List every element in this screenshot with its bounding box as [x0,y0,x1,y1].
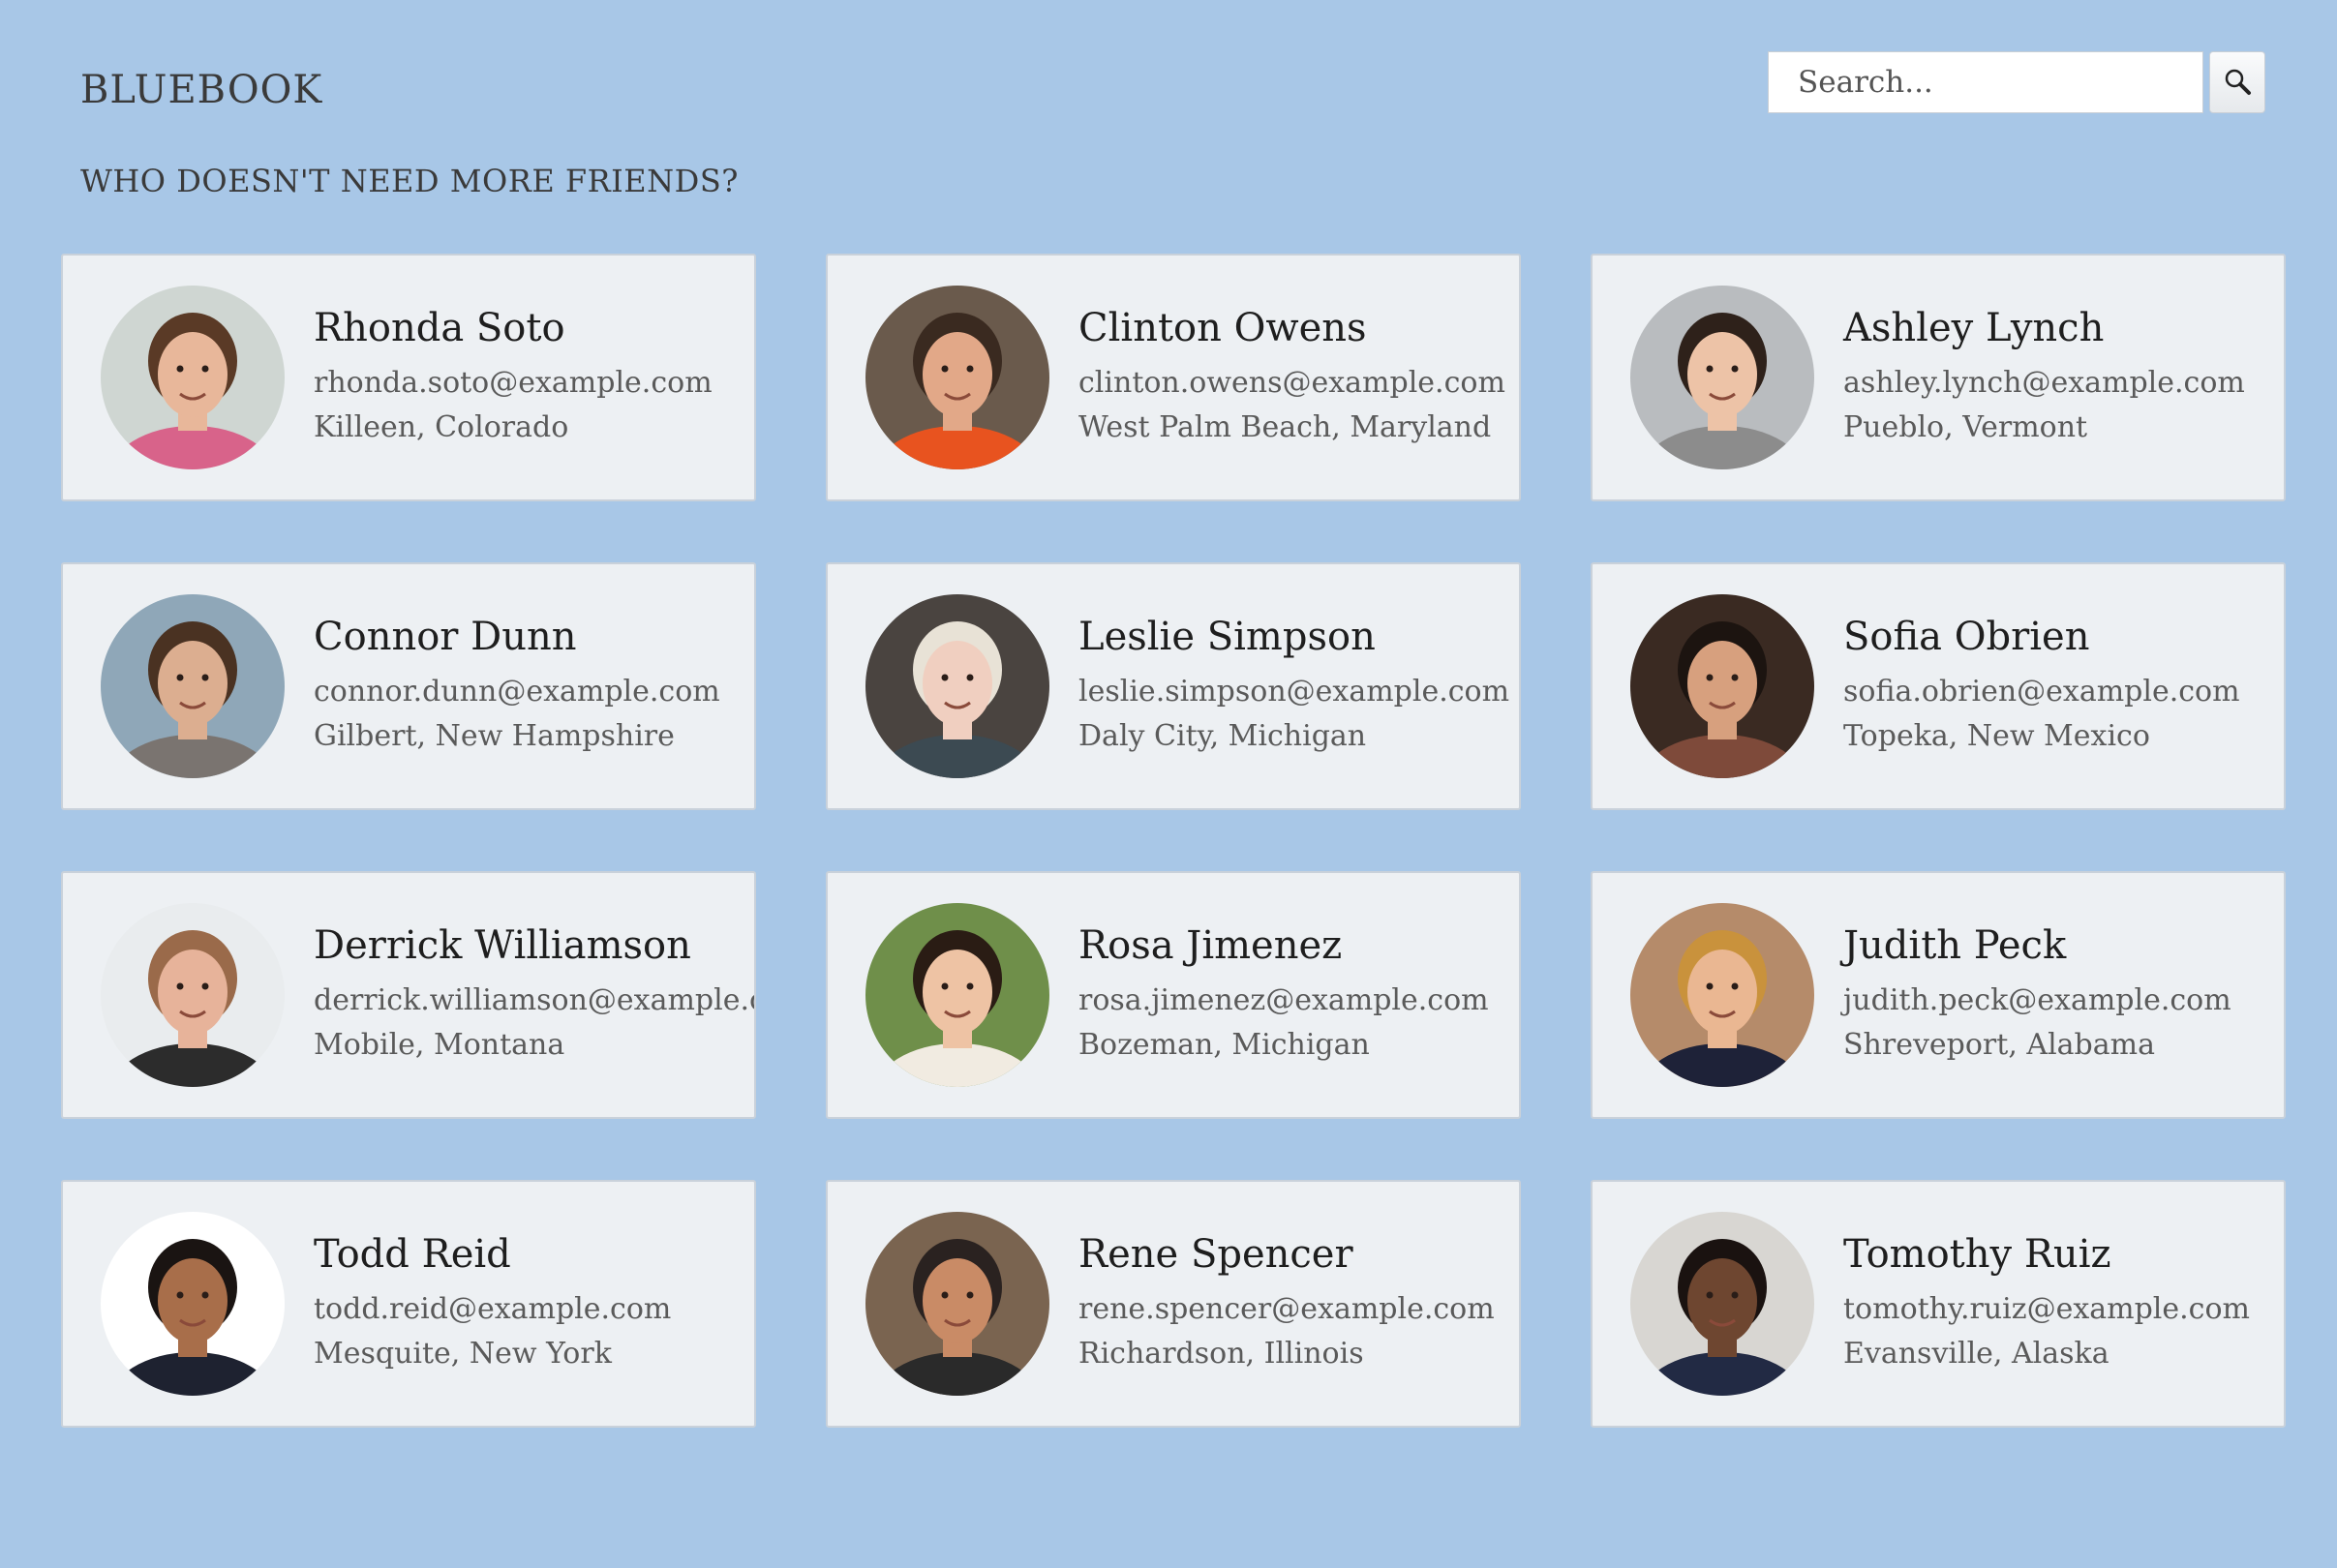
friend-card[interactable]: Connor Dunn connor.dunn@example.com Gilb… [61,562,756,810]
friend-name: Sofia Obrien [1843,614,2090,659]
friend-email: clinton.owens@example.com [1078,365,1505,400]
friend-email: todd.reid@example.com [314,1291,672,1326]
friend-card[interactable]: Derrick Williamson derrick.williamson@ex… [61,871,756,1119]
friend-info: Clinton Owens clinton.owens@example.com … [1078,305,1505,451]
friend-location: Richardson, Illinois [1078,1337,1364,1371]
search-input[interactable] [1768,51,2203,113]
friend-location: Mobile, Montana [314,1028,565,1062]
friend-location: Daly City, Michigan [1078,719,1367,753]
friend-location: Shreveport, Alabama [1843,1028,2155,1062]
friend-name: Connor Dunn [314,614,577,659]
brand-title: BLUEBOOK [80,68,323,112]
friend-card[interactable]: Todd Reid todd.reid@example.com Mesquite… [61,1180,756,1428]
search-button[interactable] [2209,51,2265,113]
friend-card[interactable]: Ashley Lynch ashley.lynch@example.com Pu… [1591,254,2286,501]
friend-name: Ashley Lynch [1843,305,2105,350]
friend-location: West Palm Beach, Maryland [1078,410,1492,444]
friend-email: ashley.lynch@example.com [1843,365,2245,400]
friend-card[interactable]: Sofia Obrien sofia.obrien@example.com To… [1591,562,2286,810]
friend-location: Evansville, Alaska [1843,1337,2109,1371]
friend-info: Connor Dunn connor.dunn@example.com Gilb… [314,614,720,760]
friend-card[interactable]: Rhonda Soto rhonda.soto@example.com Kill… [61,254,756,501]
avatar [865,1212,1049,1396]
search-bar [1768,51,2265,113]
friend-info: Derrick Williamson derrick.williamson@ex… [314,922,754,1069]
friend-email: rosa.jimenez@example.com [1078,982,1489,1017]
friend-email: judith.peck@example.com [1843,982,2231,1017]
friend-location: Mesquite, New York [314,1337,612,1371]
friend-info: Todd Reid todd.reid@example.com Mesquite… [314,1231,671,1377]
avatar [101,594,285,778]
avatar [865,286,1049,469]
friend-info: Rosa Jimenez rosa.jimenez@example.com Bo… [1078,922,1489,1069]
friend-email: connor.dunn@example.com [314,674,720,709]
friend-card[interactable]: Rene Spencer rene.spencer@example.com Ri… [826,1180,1521,1428]
avatar [1630,903,1814,1087]
friend-location: Killeen, Colorado [314,410,569,444]
friend-info: Leslie Simpson leslie.simpson@example.co… [1078,614,1509,760]
friend-email: sofia.obrien@example.com [1843,674,2240,709]
friend-card[interactable]: Judith Peck judith.peck@example.com Shre… [1591,871,2286,1119]
friend-location: Bozeman, Michigan [1078,1028,1370,1062]
friend-name: Clinton Owens [1078,305,1367,350]
avatar [101,286,285,469]
avatar [101,1212,285,1396]
friend-info: Ashley Lynch ashley.lynch@example.com Pu… [1843,305,2245,451]
friend-name: Rene Spencer [1078,1231,1353,1277]
friend-email: rene.spencer@example.com [1078,1291,1495,1326]
avatar [1630,594,1814,778]
friend-info: Judith Peck judith.peck@example.com Shre… [1843,922,2231,1069]
friend-info: Sofia Obrien sofia.obrien@example.com To… [1843,614,2240,760]
friend-location: Gilbert, New Hampshire [314,719,675,753]
friend-email: tomothy.ruiz@example.com [1843,1291,2250,1326]
avatar [865,903,1049,1087]
friends-grid: Rhonda Soto rhonda.soto@example.com Kill… [61,254,2286,1428]
avatar [865,594,1049,778]
avatar [1630,1212,1814,1396]
friend-email: leslie.simpson@example.com [1078,674,1510,709]
friend-name: Todd Reid [314,1231,511,1277]
friend-name: Rhonda Soto [314,305,565,350]
friend-name: Tomothy Ruiz [1843,1231,2111,1277]
friend-info: Tomothy Ruiz tomothy.ruiz@example.com Ev… [1843,1231,2250,1377]
search-icon [2223,67,2252,99]
friend-card[interactable]: Leslie Simpson leslie.simpson@example.co… [826,562,1521,810]
avatar [101,903,285,1087]
friend-info: Rene Spencer rene.spencer@example.com Ri… [1078,1231,1495,1377]
friend-card[interactable]: Clinton Owens clinton.owens@example.com … [826,254,1521,501]
friend-info: Rhonda Soto rhonda.soto@example.com Kill… [314,305,713,451]
friend-email: derrick.williamson@example.com [314,982,754,1017]
friend-name: Derrick Williamson [314,922,691,968]
friend-name: Judith Peck [1843,922,2067,968]
friend-location: Topeka, New Mexico [1843,719,2150,753]
friend-name: Rosa Jimenez [1078,922,1343,968]
avatar [1630,286,1814,469]
page-tagline: WHO DOESN'T NEED MORE FRIENDS? [80,163,739,199]
friend-card[interactable]: Tomothy Ruiz tomothy.ruiz@example.com Ev… [1591,1180,2286,1428]
friend-name: Leslie Simpson [1078,614,1376,659]
friend-email: rhonda.soto@example.com [314,365,713,400]
friend-location: Pueblo, Vermont [1843,410,2088,444]
friend-card[interactable]: Rosa Jimenez rosa.jimenez@example.com Bo… [826,871,1521,1119]
